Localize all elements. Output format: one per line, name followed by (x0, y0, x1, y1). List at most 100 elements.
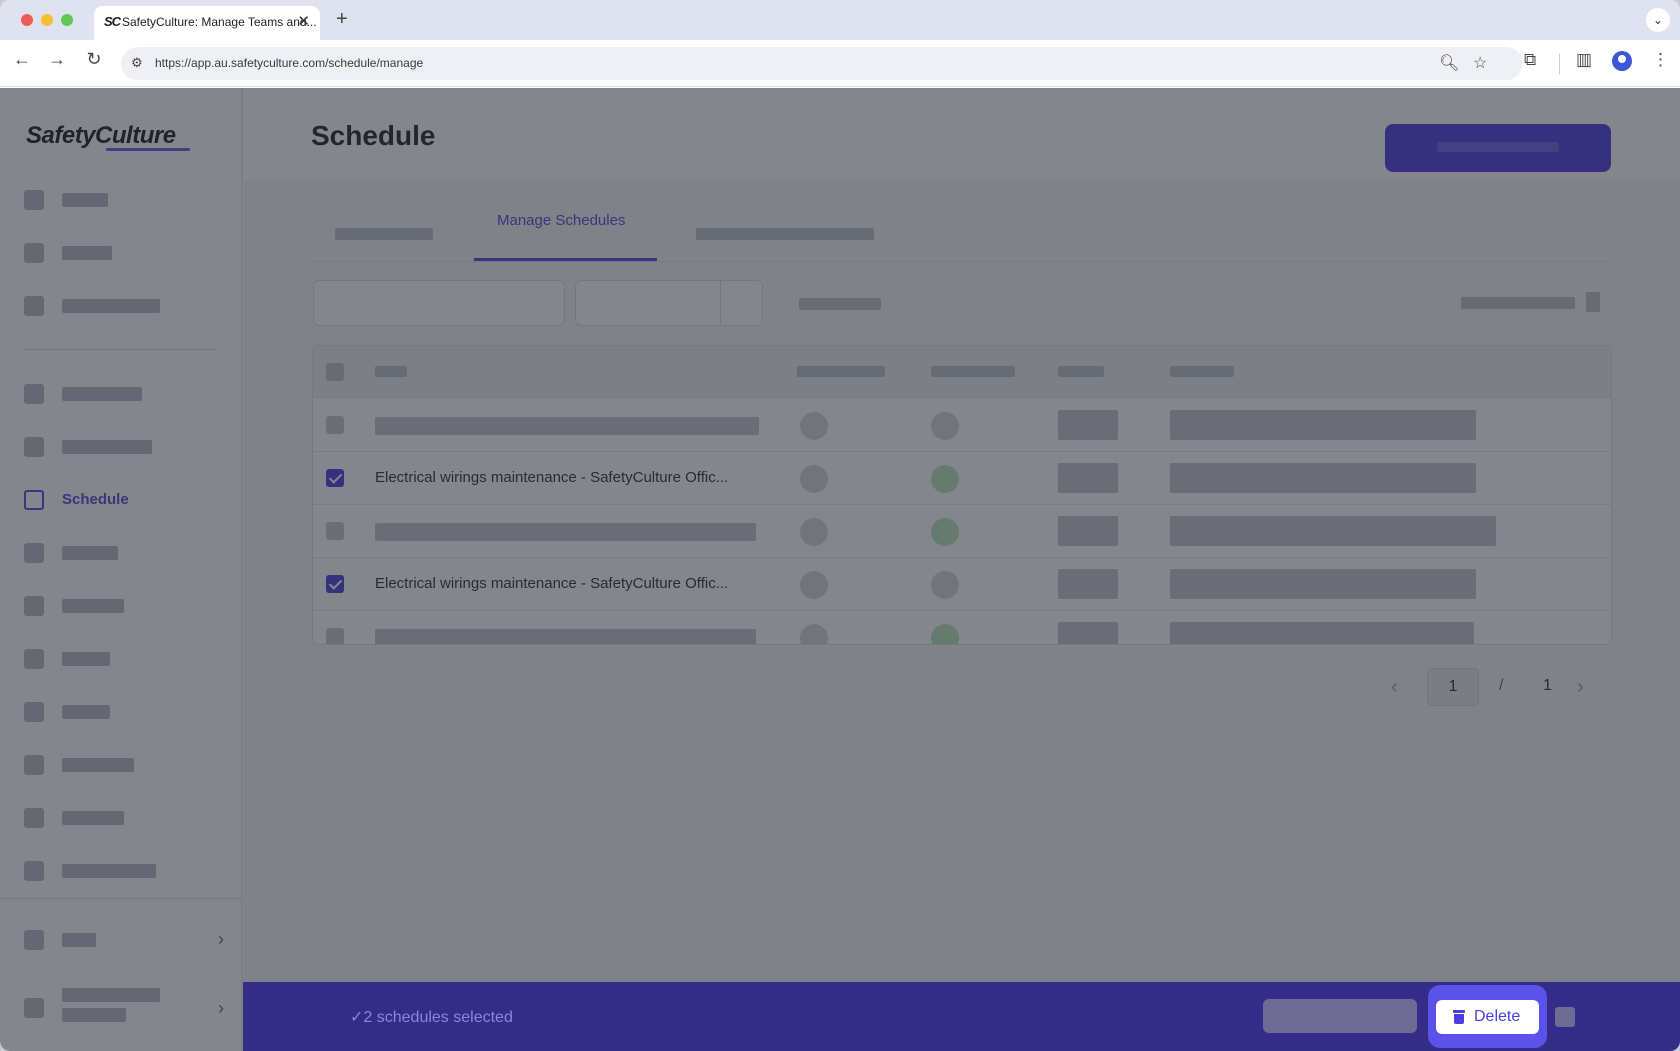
column-header[interactable] (1170, 366, 1234, 377)
page-total: 1 (1543, 677, 1552, 694)
cell-placeholder (1170, 622, 1474, 644)
sidebar-item[interactable] (24, 753, 224, 777)
sidebar-item[interactable] (24, 647, 224, 671)
column-header[interactable] (375, 366, 407, 377)
column-header[interactable] (1058, 366, 1104, 377)
sidebar-item[interactable] (24, 382, 224, 406)
view-option[interactable] (1461, 297, 1575, 309)
row-name-placeholder (375, 417, 759, 435)
profile-icon[interactable] (1612, 51, 1632, 71)
column-header[interactable] (797, 366, 885, 377)
chevron-right-icon: › (218, 929, 224, 949)
nav-label-placeholder (62, 811, 124, 825)
sidebar-item[interactable]: › (24, 928, 224, 952)
table-header (313, 346, 1611, 398)
nav-icon (24, 543, 44, 563)
reload-icon[interactable]: ↻ (81, 49, 107, 70)
tab-search-icon[interactable]: ⌄ (1646, 8, 1670, 32)
status-indicator (931, 571, 959, 599)
table-row[interactable] (313, 399, 1611, 452)
kebab-menu-icon[interactable]: ⋮ (1652, 50, 1669, 70)
sidebar-item[interactable] (24, 294, 224, 318)
table-row[interactable] (313, 611, 1611, 644)
more-options-icon[interactable] (1555, 1007, 1575, 1027)
sidebar-item[interactable] (24, 700, 224, 724)
sidebar-item[interactable] (24, 241, 224, 265)
table-row[interactable]: Electrical wirings maintenance - SafetyC… (313, 452, 1611, 505)
nav-icon (24, 808, 44, 828)
button-label-placeholder (1437, 142, 1559, 152)
tab-manage-schedules[interactable]: Manage Schedules (497, 212, 625, 229)
forward-icon[interactable]: → (44, 49, 70, 70)
settings-icon[interactable] (1586, 292, 1600, 312)
address-bar[interactable]: ⚙ https://app.au.safetyculture.com/sched… (121, 47, 1523, 80)
maximize-window-button[interactable] (61, 14, 73, 26)
chevron-left-icon[interactable]: ‹ (1391, 676, 1398, 699)
chevron-right-icon[interactable]: › (1577, 676, 1584, 699)
filter-dropdown[interactable] (575, 280, 763, 326)
zoom-icon[interactable]: 🔍︎ (1439, 53, 1459, 73)
status-indicator (931, 518, 959, 546)
column-header[interactable] (931, 366, 1015, 377)
sidebar-item[interactable] (24, 806, 224, 830)
star-icon[interactable]: ☆ (1473, 53, 1487, 73)
side-panel-icon[interactable]: ▥ (1576, 50, 1592, 70)
row-name-placeholder (375, 523, 756, 541)
create-schedule-button[interactable] (1385, 124, 1611, 172)
new-tab-icon[interactable]: + (336, 8, 348, 31)
row-checkbox[interactable] (326, 628, 344, 644)
table-row[interactable]: Electrical wirings maintenance - SafetyC… (313, 558, 1611, 611)
cell-placeholder (1170, 410, 1476, 440)
nav-label-placeholder (62, 864, 156, 878)
tab[interactable] (335, 228, 433, 240)
nav-icon (24, 755, 44, 775)
page-number-input[interactable]: 1 (1427, 668, 1479, 706)
cell-placeholder (1058, 410, 1118, 440)
cell-placeholder (1058, 569, 1118, 599)
site-settings-icon[interactable]: ⚙ (131, 55, 143, 71)
selection-count: ✓2 schedules selected (350, 1009, 513, 1026)
delete-button[interactable]: Delete (1436, 1000, 1539, 1034)
sidebar-footer-divider (0, 898, 242, 899)
extensions-icon[interactable]: ⧉ (1524, 50, 1536, 70)
row-checkbox[interactable] (326, 575, 344, 593)
sidebar-item-label: Schedule (62, 491, 129, 508)
sidebar-item[interactable] (24, 541, 224, 565)
nav-label-placeholder (62, 652, 110, 666)
nav-label-placeholder (62, 387, 142, 401)
filter-button[interactable] (799, 298, 881, 310)
delete-label: Delete (1474, 1008, 1521, 1025)
tab[interactable] (696, 228, 874, 240)
bulk-action-button[interactable] (1263, 999, 1417, 1033)
sidebar-item[interactable] (24, 859, 224, 883)
sidebar-item[interactable] (24, 594, 224, 618)
sidebar-item[interactable] (24, 435, 224, 459)
nav-label-placeholder (62, 933, 96, 947)
logo-accent (106, 148, 190, 151)
close-window-button[interactable] (21, 14, 33, 26)
cell-placeholder (1058, 622, 1118, 644)
cell-placeholder (1170, 569, 1476, 599)
nav-label-placeholder (62, 758, 134, 772)
minimize-window-button[interactable] (41, 14, 53, 26)
tab-title: SafetyCulture: Manage Teams and... (122, 15, 317, 29)
sidebar-item[interactable] (24, 188, 224, 212)
browser-toolbar: ← → ↻ ⚙ https://app.au.safetyculture.com… (0, 40, 1680, 87)
table-row[interactable] (313, 505, 1611, 558)
select-all-checkbox[interactable] (326, 363, 344, 381)
back-icon[interactable]: ← (9, 49, 35, 70)
sidebar-item-schedule[interactable]: Schedule (24, 488, 224, 512)
logo: SafetyCulture (26, 122, 176, 149)
close-tab-icon[interactable]: ✕ (297, 12, 310, 30)
browser-tab[interactable]: SC SafetyCulture: Manage Teams and... ✕ (94, 6, 320, 40)
sidebar-item[interactable]: › (24, 988, 224, 1028)
search-input[interactable] (313, 280, 565, 326)
row-checkbox[interactable] (326, 522, 344, 540)
nav-label-placeholder (62, 440, 152, 454)
row-checkbox[interactable] (326, 416, 344, 434)
status-indicator (931, 412, 959, 440)
chevron-right-icon: › (218, 998, 224, 1018)
bulk-action-bar: ✓2 schedules selected Delete (243, 982, 1680, 1051)
row-checkbox[interactable] (326, 469, 344, 487)
cell-placeholder (1170, 516, 1496, 546)
